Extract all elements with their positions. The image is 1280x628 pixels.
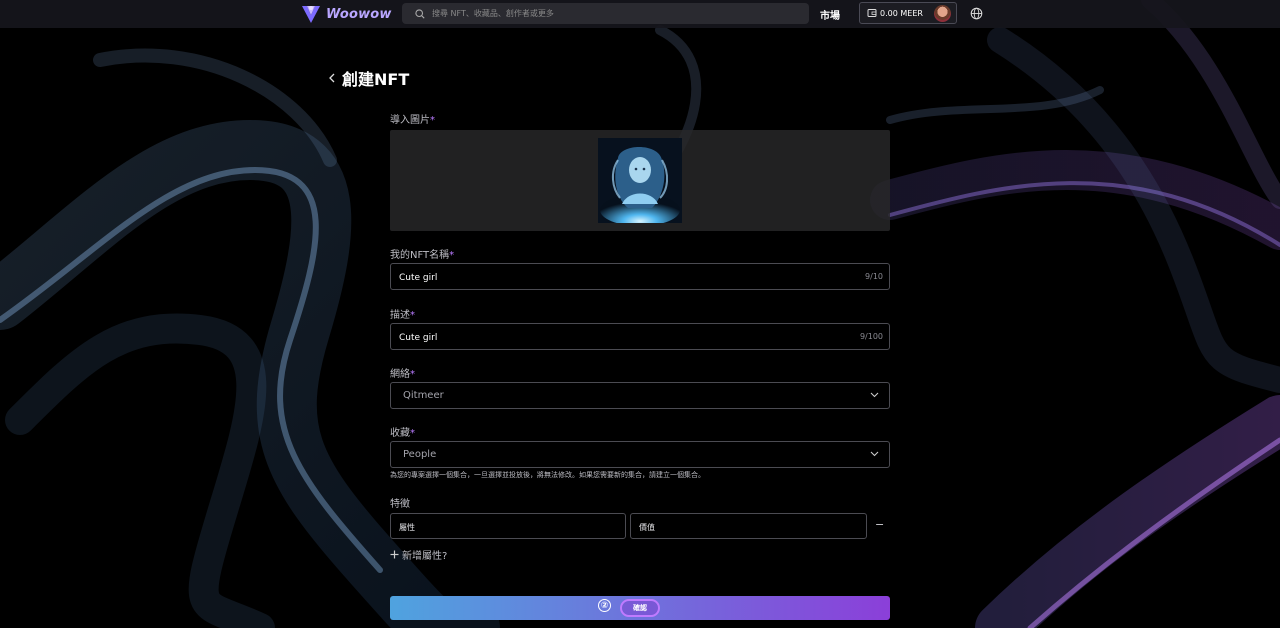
collection-select[interactable]: People (390, 441, 890, 468)
chevron-down-icon (870, 451, 879, 457)
network-label-text: 網絡 (390, 369, 410, 380)
nft-name-input[interactable] (397, 264, 841, 291)
attribute-field (390, 513, 626, 540)
nft-name-label-text: 我的NFT名稱 (390, 250, 450, 261)
add-attribute-button[interactable]: 新增屬性? (390, 547, 447, 562)
plus-icon (390, 550, 399, 559)
uploaded-image-preview (598, 138, 682, 223)
required-mark: * (449, 250, 455, 261)
brand-logo[interactable]: Woowow (300, 3, 392, 25)
chevron-down-icon (870, 392, 879, 398)
description-label-text: 描述 (390, 310, 410, 321)
remove-trait-button[interactable]: − (875, 518, 884, 531)
search-input[interactable] (430, 8, 794, 19)
image-upload-label-text: 導入圖片 (390, 115, 430, 126)
nft-name-label: 我的NFT名稱* (390, 246, 454, 261)
traits-label: 特徵 (390, 499, 410, 510)
page-title: 創建NFT (342, 70, 410, 89)
required-mark: * (410, 428, 415, 439)
required-mark: * (410, 369, 415, 380)
description-input[interactable] (397, 324, 841, 351)
search-icon (415, 8, 425, 19)
value-field (630, 513, 867, 540)
nft-artwork (598, 138, 682, 223)
user-avatar[interactable] (934, 5, 951, 22)
collection-hint: 為您的專案選擇一個集合，一旦選擇並投放後，將無法修改。如果您需要新的集合，請建立… (390, 471, 705, 479)
collection-selected-value: People (403, 449, 437, 460)
network-select[interactable]: Qitmeer (390, 382, 890, 409)
nft-name-counter: 9/10 (865, 272, 883, 281)
description-label: 描述* (390, 306, 415, 321)
page-header: 創建NFT (328, 66, 409, 90)
image-upload-area[interactable] (390, 130, 890, 231)
required-mark: * (410, 310, 415, 321)
collection-label-text: 收藏 (390, 428, 410, 439)
globe-icon[interactable] (970, 7, 983, 20)
description-counter: 9/100 (859, 332, 883, 341)
nft-name-field: 9/10 (390, 263, 890, 291)
collection-label: 收藏* (390, 424, 415, 439)
create-nft-page: 創建NFT 導入圖片* 我的NFT名稱* Cute girl 9/10 描述* … (0, 0, 1280, 628)
step-marker: ② (598, 599, 611, 612)
back-arrow-icon[interactable] (328, 73, 336, 83)
confirm-button[interactable]: ② 確認 (390, 596, 890, 620)
logo-icon (302, 6, 320, 23)
confirm-button-label: 確認 (620, 599, 660, 617)
wallet-button[interactable]: 0.00 MEER (859, 2, 957, 24)
top-navigation-bar: Woowow 市場 0.00 MEER (0, 0, 1280, 28)
attribute-input[interactable] (397, 514, 601, 540)
image-upload-label: 導入圖片* (390, 111, 435, 126)
brand-name: Woowow (326, 6, 392, 22)
add-attribute-label: 新增屬性? (402, 551, 448, 562)
nav-market-link[interactable]: 市場 (820, 7, 840, 22)
network-label: 網絡* (390, 365, 415, 380)
required-mark: * (430, 115, 435, 126)
network-selected-value: Qitmeer (403, 390, 444, 401)
wallet-balance: 0.00 MEER (880, 8, 923, 18)
description-field: 9/100 (390, 323, 890, 351)
value-input[interactable] (637, 514, 841, 540)
wallet-icon (867, 9, 877, 17)
search-bar[interactable] (402, 3, 809, 24)
